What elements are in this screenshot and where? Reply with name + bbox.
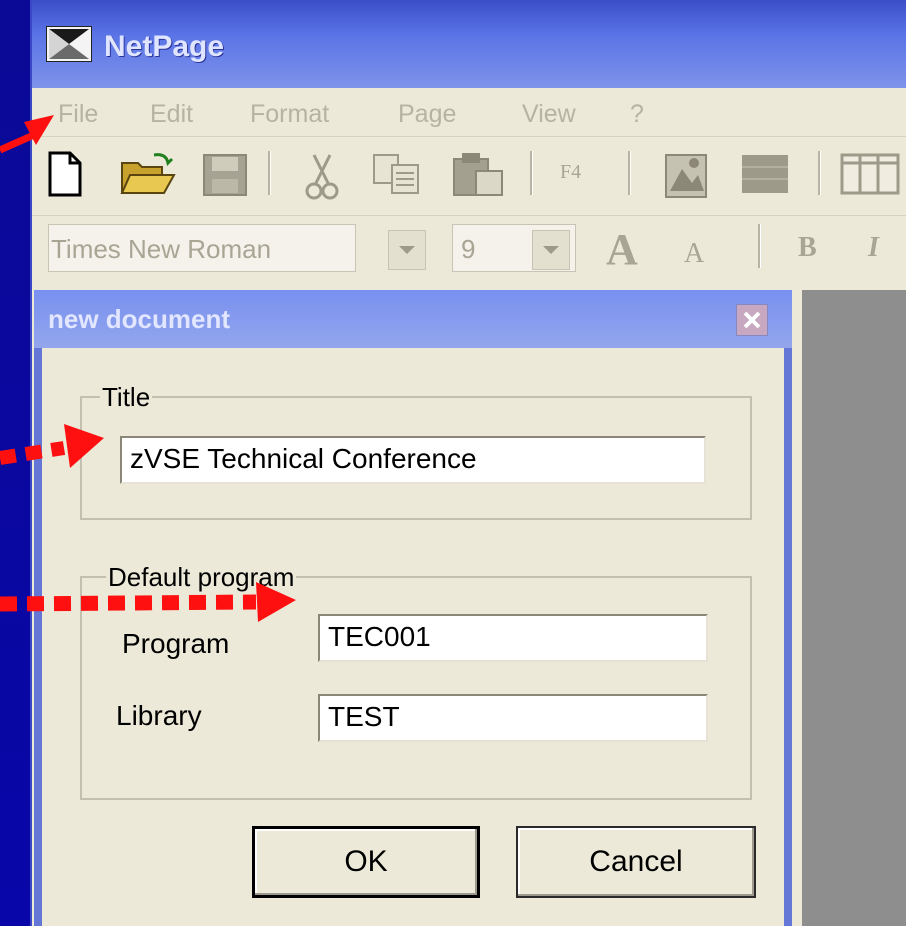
window-titlebar[interactable]: NetPage xyxy=(32,0,906,88)
library-input[interactable]: TEST xyxy=(318,694,708,742)
image-icon[interactable] xyxy=(662,151,712,201)
dialog-close-button[interactable] xyxy=(736,304,768,336)
menu-page[interactable]: Page xyxy=(398,100,456,129)
toolbar-separator xyxy=(758,224,761,268)
default-program-group-legend: Default program xyxy=(106,562,297,593)
chevron-down-icon xyxy=(543,246,559,254)
menu-bar: File Edit Format Page View ? xyxy=(32,88,906,137)
toolbar-separator xyxy=(268,151,271,195)
bold-button[interactable]: B xyxy=(798,232,817,264)
table-icon[interactable] xyxy=(840,151,900,197)
menu-view[interactable]: View xyxy=(522,100,576,129)
open-folder-icon[interactable] xyxy=(120,151,176,197)
font-name-value: Times New Roman xyxy=(51,234,272,264)
paste-icon[interactable] xyxy=(452,151,506,197)
grow-font-icon[interactable]: A xyxy=(606,224,638,275)
save-disk-icon[interactable] xyxy=(202,151,248,197)
close-icon xyxy=(743,311,761,329)
title-input[interactable]: zVSE Technical Conference xyxy=(120,436,706,484)
new-document-dialog: new document Title zVSE Technical Confer… xyxy=(34,290,792,926)
font-size-dropdown-button[interactable] xyxy=(532,230,570,270)
block-icon[interactable] xyxy=(740,151,790,197)
formatting-toolbar: Times New Roman 9 A A B I xyxy=(32,216,906,286)
shrink-font-icon[interactable]: A xyxy=(684,238,704,270)
dialog-body: Title zVSE Technical Conference Default … xyxy=(42,348,784,926)
menu-edit[interactable]: Edit xyxy=(150,100,193,129)
program-label: Program xyxy=(122,628,230,659)
font-name-dropdown-button[interactable] xyxy=(388,230,426,270)
ok-button[interactable]: OK xyxy=(252,826,480,898)
font-size-value: 9 xyxy=(461,234,476,264)
italic-button[interactable]: I xyxy=(868,232,879,264)
toolbar-separator xyxy=(818,151,821,195)
window-title: NetPage xyxy=(104,30,225,63)
dialog-title: new document xyxy=(48,304,231,334)
cancel-button-label: Cancel xyxy=(589,845,683,878)
title-group-legend: Title xyxy=(100,382,153,413)
cancel-button[interactable]: Cancel xyxy=(516,826,756,898)
document-workspace xyxy=(802,290,906,926)
copy-icon[interactable] xyxy=(370,151,422,197)
library-label: Library xyxy=(116,700,202,731)
standard-toolbar: F4 xyxy=(32,137,906,216)
menu-help[interactable]: ? xyxy=(630,100,644,129)
dialog-titlebar[interactable]: new document xyxy=(34,290,792,348)
cut-scissors-icon[interactable] xyxy=(302,151,342,201)
f4-key-icon[interactable]: F4 xyxy=(560,161,581,184)
toolbar-separator xyxy=(530,151,533,195)
netpage-window: NetPage File Edit Format Page View ? F4 … xyxy=(30,0,906,926)
chevron-down-icon xyxy=(399,246,415,254)
default-program-groupbox xyxy=(80,576,752,800)
new-document-icon[interactable] xyxy=(46,151,84,197)
menu-format[interactable]: Format xyxy=(250,100,329,129)
toolbar-separator xyxy=(628,151,631,195)
ok-button-label: OK xyxy=(344,845,388,878)
font-name-combo[interactable]: Times New Roman xyxy=(48,224,356,272)
netpage-app-icon xyxy=(46,26,92,62)
program-input[interactable]: TEC001 xyxy=(318,614,708,662)
menu-file[interactable]: File xyxy=(58,100,98,129)
